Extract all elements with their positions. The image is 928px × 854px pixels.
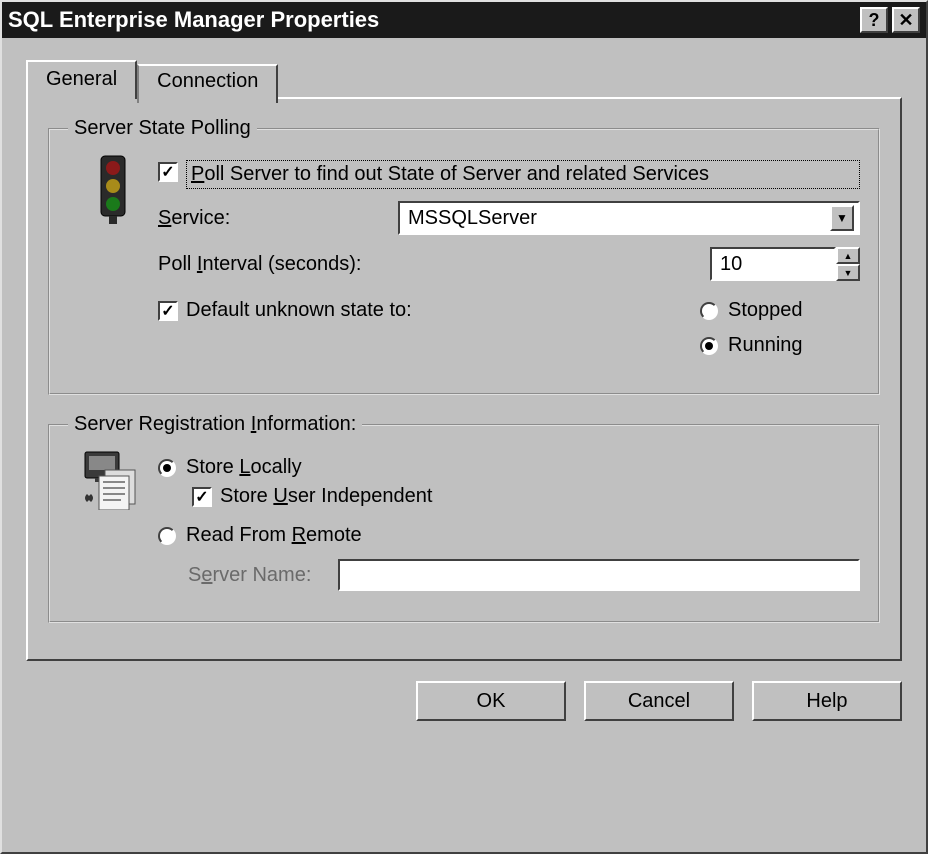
chevron-down-icon[interactable]: ▼ bbox=[830, 205, 854, 231]
service-value: MSSQLServer bbox=[408, 207, 830, 230]
tab-panel-general: Server State Polling ✓ bbox=[26, 97, 902, 661]
properties-dialog: SQL Enterprise Manager Properties ? ✕ Ge… bbox=[0, 0, 928, 854]
radio-running[interactable]: Running bbox=[700, 334, 860, 357]
help-titlebar-button[interactable]: ? bbox=[860, 7, 888, 33]
cancel-button[interactable]: Cancel bbox=[584, 681, 734, 721]
help-button-label: Help bbox=[806, 690, 847, 713]
tab-general[interactable]: General bbox=[26, 60, 137, 99]
window-title: SQL Enterprise Manager Properties bbox=[8, 7, 856, 33]
tab-connection-label: Connection bbox=[157, 70, 258, 92]
radio-running-label: Running bbox=[728, 334, 803, 357]
radio-icon bbox=[700, 302, 718, 320]
tab-general-label: General bbox=[46, 68, 117, 90]
group-polling-legend: Server State Polling bbox=[68, 117, 257, 140]
radio-store-locally[interactable]: Store Locally bbox=[158, 456, 860, 479]
poll-interval-value[interactable]: 10 bbox=[710, 247, 836, 281]
server-name-label: Server Name: bbox=[188, 564, 338, 587]
service-label: Service: bbox=[158, 207, 398, 230]
ok-button[interactable]: OK bbox=[416, 681, 566, 721]
server-name-input[interactable] bbox=[338, 559, 860, 591]
cancel-button-label: Cancel bbox=[628, 690, 690, 713]
close-titlebar-button[interactable]: ✕ bbox=[892, 7, 920, 33]
radio-read-remote[interactable]: Read From Remote bbox=[158, 524, 860, 547]
radio-icon bbox=[700, 337, 718, 355]
checkbox-icon: ✓ bbox=[158, 301, 178, 321]
radio-read-remote-label: Read From Remote bbox=[186, 524, 362, 547]
radio-stopped[interactable]: Stopped bbox=[700, 299, 860, 322]
tab-strip: General Connection bbox=[26, 60, 902, 99]
group-registration-legend: Server Registration Information: bbox=[68, 413, 362, 436]
checkbox-icon: ✓ bbox=[158, 162, 178, 182]
poll-interval-spinner[interactable]: 10 ▲ ▼ bbox=[710, 247, 860, 281]
spinner-up-icon[interactable]: ▲ bbox=[836, 247, 860, 264]
checkbox-icon: ✓ bbox=[192, 487, 212, 507]
poll-server-label: Poll Server to find out State of Server … bbox=[186, 160, 860, 189]
traffic-light-icon bbox=[83, 154, 143, 224]
group-server-registration: Server Registration Information: bbox=[48, 413, 880, 623]
radio-store-locally-label: Store Locally bbox=[186, 456, 302, 479]
radio-stopped-label: Stopped bbox=[728, 299, 803, 322]
store-user-independent-checkbox[interactable]: ✓ Store User Independent bbox=[192, 485, 860, 508]
titlebar: SQL Enterprise Manager Properties ? ✕ bbox=[2, 2, 926, 38]
default-state-label: Default unknown state to: bbox=[186, 299, 412, 322]
radio-icon bbox=[158, 459, 176, 477]
spinner-down-icon[interactable]: ▼ bbox=[836, 264, 860, 281]
service-combo[interactable]: MSSQLServer ▼ bbox=[398, 201, 860, 235]
server-docs-icon bbox=[81, 450, 145, 510]
poll-interval-label: Poll Interval (seconds): bbox=[158, 253, 361, 276]
tab-connection[interactable]: Connection bbox=[137, 64, 278, 103]
group-server-state-polling: Server State Polling ✓ bbox=[48, 117, 880, 395]
radio-icon bbox=[158, 527, 176, 545]
dialog-buttons: OK Cancel Help bbox=[26, 681, 902, 721]
store-user-independent-label: Store User Independent bbox=[220, 485, 432, 508]
ok-button-label: OK bbox=[477, 690, 506, 713]
help-button[interactable]: Help bbox=[752, 681, 902, 721]
poll-server-checkbox[interactable]: ✓ Poll Server to find out State of Serve… bbox=[158, 160, 860, 189]
default-state-checkbox[interactable]: ✓ Default unknown state to: bbox=[158, 299, 700, 322]
